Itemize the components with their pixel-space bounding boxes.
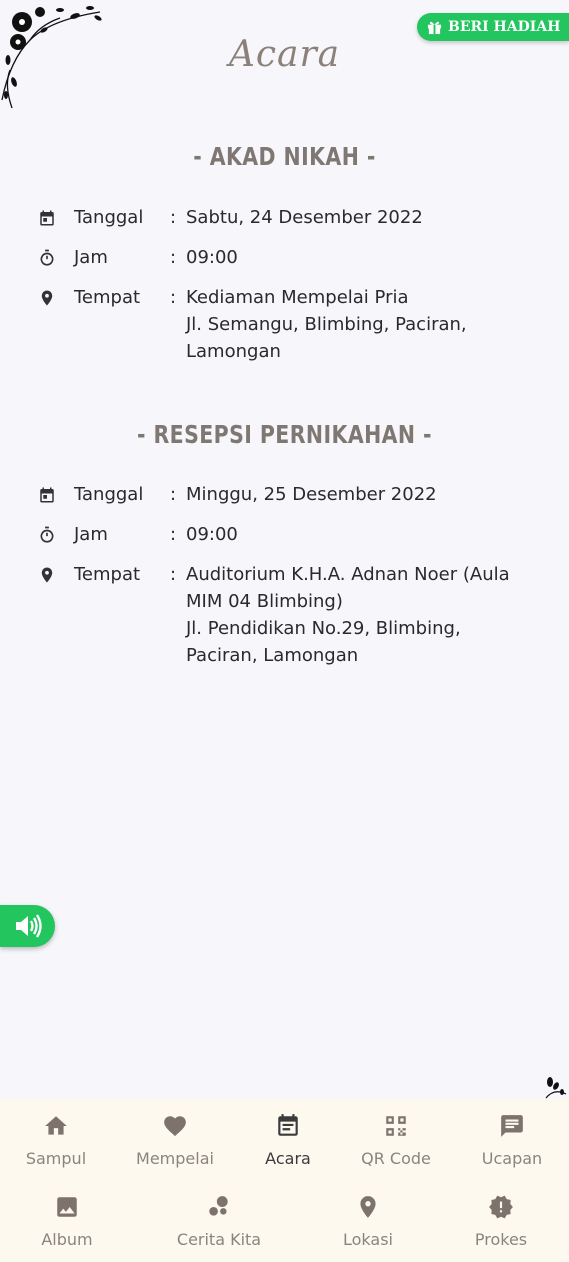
tempat-line: MIM 04 Blimbing): [186, 591, 343, 612]
timer-icon: [40, 526, 54, 543]
tempat-label: Tempat: [74, 564, 141, 585]
nav-item-ucapan[interactable]: Ucapan: [457, 1113, 567, 1168]
nav-item-acara[interactable]: Acara: [233, 1113, 343, 1168]
nav-item-sampul[interactable]: Sampul: [1, 1113, 111, 1168]
tempat-line: Lamongan: [186, 341, 281, 362]
nav-label: Lokasi: [343, 1230, 393, 1249]
akad-section-title: - AKAD NIKAH -: [193, 142, 376, 171]
colon: :: [170, 524, 177, 545]
tempat-line: Paciran, Lamongan: [186, 645, 359, 666]
nav-item-mempelai[interactable]: Mempelai: [120, 1113, 230, 1168]
calendar-icon: [40, 487, 54, 503]
tempat-label: Tempat: [74, 287, 141, 308]
colon: :: [170, 564, 177, 585]
colon: :: [170, 207, 177, 228]
nav-label: QR Code: [361, 1149, 431, 1168]
badge-alert-icon: [489, 1195, 513, 1219]
tanggal-label: Tanggal: [74, 207, 144, 228]
message-icon: [501, 1115, 523, 1137]
gift-icon: [427, 21, 442, 34]
jam-value: 09:00: [186, 247, 238, 268]
volume-icon: [15, 914, 42, 938]
bottom-navigation: Sampul Mempelai Acara QR Code Ucapan Alb…: [0, 1099, 569, 1262]
bubbles-icon: [209, 1196, 228, 1216]
resepsi-section-title: - RESEPSI PERNIKAHAN -: [137, 420, 432, 449]
jam-label: Jam: [74, 247, 108, 268]
nav-item-album[interactable]: Album: [12, 1194, 122, 1249]
colon: :: [170, 247, 177, 268]
nav-item-qr-code[interactable]: QR Code: [341, 1113, 451, 1168]
map-pin-icon: [360, 1196, 376, 1218]
nav-label: Ucapan: [481, 1149, 543, 1168]
gift-button-label: BERI HADIAH: [448, 19, 561, 35]
jam-value: 09:00: [186, 524, 238, 545]
home-icon: [45, 1116, 67, 1135]
nav-label: Mempelai: [136, 1149, 214, 1168]
tanggal-label: Tanggal: [74, 484, 144, 505]
nav-label: Cerita Kita: [176, 1230, 262, 1249]
map-pin-icon: [41, 567, 53, 583]
tempat-line: Auditorium K.H.A. Adnan Noer (Aula: [186, 564, 510, 585]
calendar-icon: [40, 210, 54, 226]
nav-label: Album: [41, 1230, 93, 1249]
nav-label: Prokes: [474, 1230, 528, 1249]
map-pin-icon: [41, 290, 53, 306]
heart-icon: [164, 1116, 186, 1137]
audio-toggle-button[interactable]: [0, 905, 55, 947]
tanggal-value: Sabtu, 24 Desember 2022: [186, 207, 423, 228]
nav-label: Sampul: [25, 1149, 87, 1168]
colon: :: [170, 287, 177, 308]
jam-label: Jam: [74, 524, 108, 545]
nav-item-prokes[interactable]: Prokes: [446, 1194, 556, 1249]
floral-small-decoration: [545, 1077, 567, 1099]
tempat-line: Jl. Pendidikan No.29, Blimbing,: [186, 618, 461, 639]
tanggal-value: Minggu, 25 Desember 2022: [186, 484, 437, 505]
tempat-line: Jl. Semangu, Blimbing, Paciran,: [186, 314, 467, 335]
tempat-line: Kediaman Mempelai Pria: [186, 287, 409, 308]
nav-item-lokasi[interactable]: Lokasi: [313, 1194, 423, 1249]
nav-item-cerita-kita[interactable]: Cerita Kita: [164, 1194, 274, 1249]
calendar-icon: [278, 1114, 298, 1136]
nav-label: Acara: [265, 1149, 311, 1168]
timer-icon: [40, 249, 54, 266]
colon: :: [170, 484, 177, 505]
page-title: Acara: [228, 34, 341, 75]
qr-code-icon: [386, 1116, 406, 1136]
image-icon: [57, 1197, 77, 1217]
